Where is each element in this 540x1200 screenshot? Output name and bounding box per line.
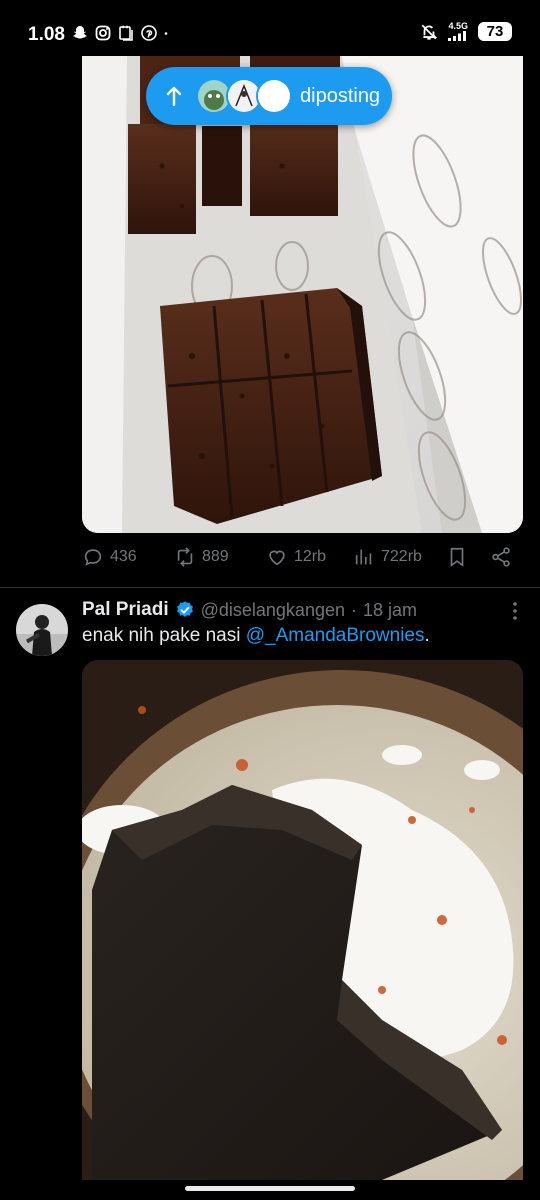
screen: 1.08 4.5G 73 diposting 436 889 12rb 722r… xyxy=(0,0,540,1200)
views-count: 722rb xyxy=(381,548,422,565)
home-indicator[interactable] xyxy=(185,1186,355,1191)
pill-avatar xyxy=(256,78,292,114)
repost-icon xyxy=(177,547,193,567)
share-icon xyxy=(492,547,510,567)
repost-button[interactable]: 889 xyxy=(174,546,229,568)
tweet-time[interactable]: 18 jam xyxy=(363,600,417,621)
avatar[interactable] xyxy=(16,604,68,656)
meta-separator: · xyxy=(351,599,357,620)
brownies-rice-photo xyxy=(82,660,523,1180)
handle[interactable]: @diselangkangen xyxy=(201,600,345,621)
battery-indicator: 73 xyxy=(478,22,512,41)
reply-icon xyxy=(84,549,102,566)
tweet-image-brownies-box[interactable] xyxy=(82,56,523,533)
tweet-text-end: . xyxy=(424,625,430,646)
share-button[interactable] xyxy=(490,546,512,568)
tweet-header: Pal Priadi @diselangkangen · 18 jam xyxy=(82,598,417,622)
more-options-icon[interactable] xyxy=(504,600,526,622)
like-button[interactable]: 12rb xyxy=(266,546,326,568)
mute-icon xyxy=(422,24,438,40)
tweet-text: enak nih pake nasi @_AmandaBrownies. xyxy=(82,625,430,647)
tweet-actions: 436 889 12rb 722rb xyxy=(82,546,522,576)
status-time: 1.08 xyxy=(28,24,65,45)
heart-icon xyxy=(269,550,285,566)
pinterest-icon xyxy=(141,25,157,41)
arrow-up-icon xyxy=(166,86,182,107)
like-count: 12rb xyxy=(294,548,327,565)
tweet-divider xyxy=(0,587,540,588)
signal-icon xyxy=(448,31,467,41)
views-button[interactable]: 722rb xyxy=(353,546,422,568)
reply-count: 436 xyxy=(110,548,137,565)
tweet-image-brownies-rice[interactable] xyxy=(82,660,523,1180)
mention-link[interactable]: @_AmandaBrownies xyxy=(246,625,425,646)
instagram-icon xyxy=(95,25,111,41)
posted-indicator-pill[interactable]: diposting xyxy=(146,67,392,125)
reply-button[interactable]: 436 xyxy=(82,546,137,568)
brownies-photo xyxy=(82,56,523,533)
tweet-text-body: enak nih pake nasi xyxy=(82,625,246,646)
posted-label: diposting xyxy=(300,84,381,107)
notes-icon xyxy=(119,25,133,41)
status-notification-icons xyxy=(72,25,172,41)
status-system-icons: 4.5G 73 xyxy=(420,22,512,41)
verified-badge-icon xyxy=(176,601,193,617)
pill-avatars xyxy=(196,78,292,114)
snapchat-icon xyxy=(73,26,87,39)
display-name[interactable]: Pal Priadi xyxy=(82,599,169,621)
bookmark-icon xyxy=(450,547,464,567)
bookmark-button[interactable] xyxy=(446,546,468,568)
network-type: 4.5G xyxy=(448,21,468,31)
repost-count: 889 xyxy=(202,548,229,565)
views-icon xyxy=(355,549,372,565)
network-indicator: 4.5G xyxy=(448,22,468,41)
dot-icon xyxy=(164,32,168,35)
